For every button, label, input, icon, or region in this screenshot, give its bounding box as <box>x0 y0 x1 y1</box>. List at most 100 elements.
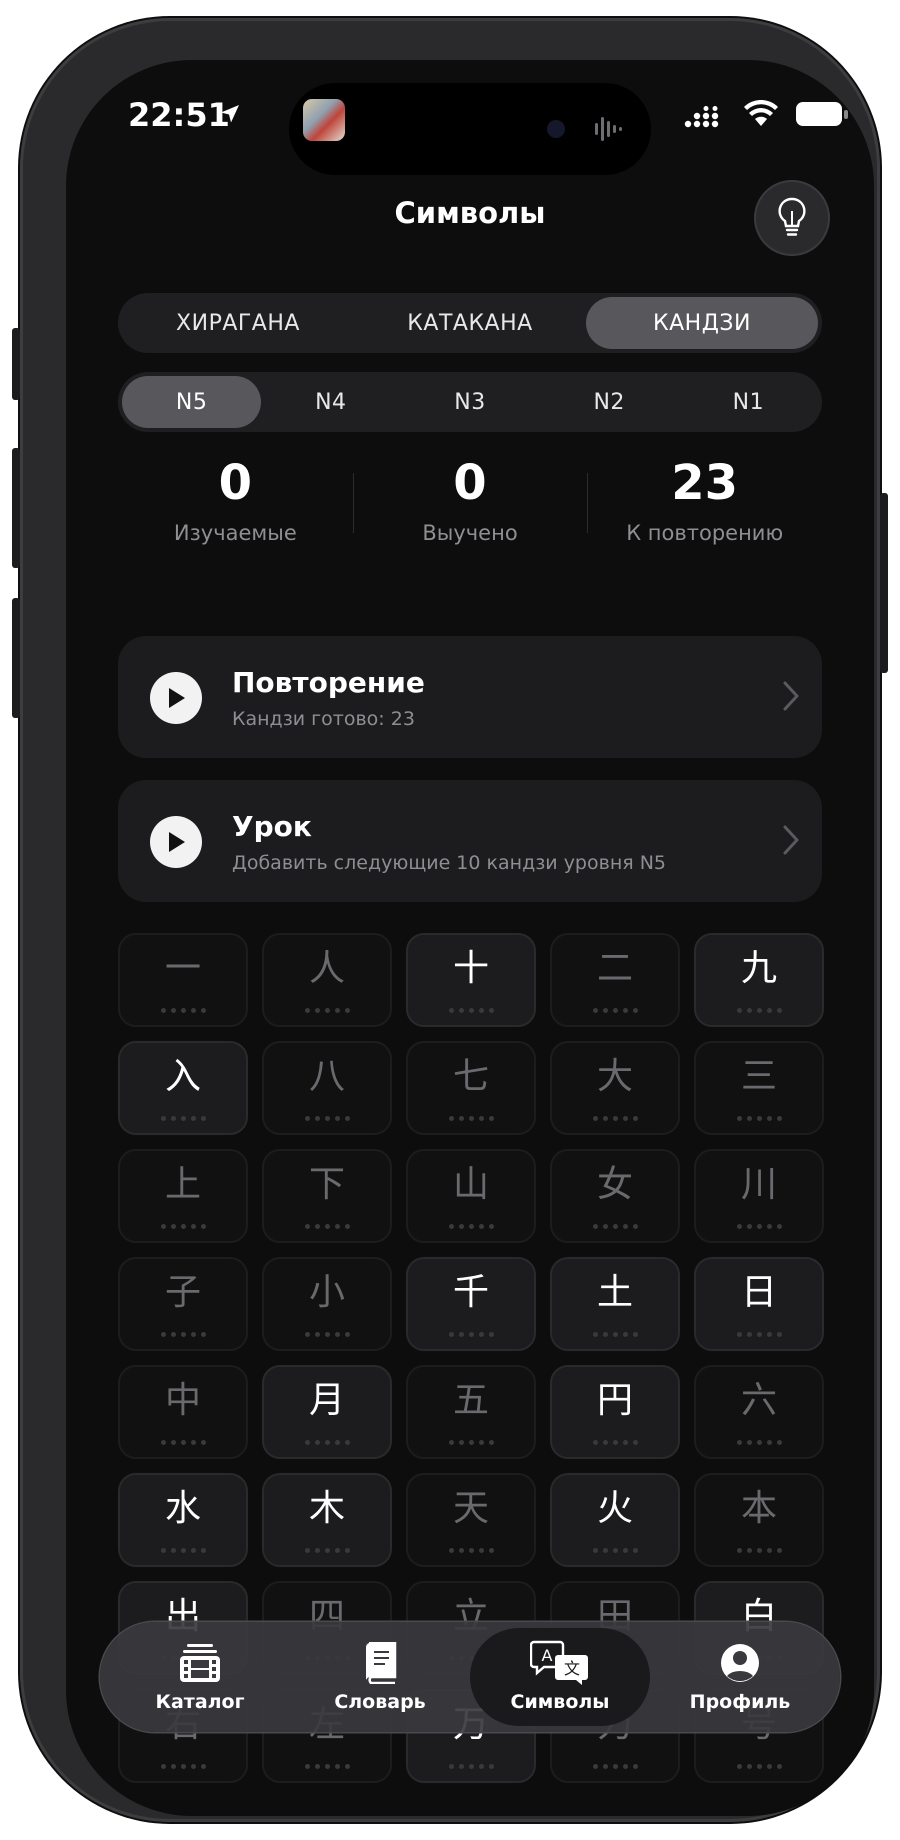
tab-symbols[interactable]: A 文 Символы <box>470 1628 650 1726</box>
progress-dot <box>468 1440 474 1445</box>
action-button <box>12 328 20 400</box>
progress-dot <box>160 1116 166 1121</box>
progress-dot <box>190 1116 196 1121</box>
kanji-cell[interactable]: 入 <box>118 1041 248 1135</box>
progress-dot <box>160 1548 166 1553</box>
kanji-character: 大 <box>596 1056 633 1097</box>
kanji-cell[interactable]: 小 <box>262 1257 392 1351</box>
lesson-card[interactable]: Урок Добавить следующие 10 кандзи уровня… <box>118 780 822 902</box>
kanji-cell[interactable]: 七 <box>406 1041 536 1135</box>
stat-value: 0 <box>218 455 253 511</box>
tab-kanji[interactable]: КАНДЗИ <box>586 297 818 349</box>
kanji-cell[interactable]: 上 <box>118 1149 248 1243</box>
progress-dot <box>334 1548 340 1553</box>
kanji-cell[interactable]: 山 <box>406 1149 536 1243</box>
dynamic-island[interactable] <box>289 83 651 175</box>
kanji-cell[interactable]: 中 <box>118 1365 248 1459</box>
now-playing-thumbnail[interactable] <box>303 99 345 141</box>
kanji-cell[interactable]: 二 <box>550 933 680 1027</box>
kanji-character: 一 <box>164 948 201 989</box>
progress-dot <box>776 1224 782 1229</box>
tab-katakana[interactable]: КАТАКАНА <box>354 297 586 349</box>
progress-dot <box>448 1548 454 1553</box>
kanji-cell[interactable]: 川 <box>694 1149 824 1243</box>
kanji-cell[interactable]: 五 <box>406 1365 536 1459</box>
level-n3[interactable]: N3 <box>400 376 539 428</box>
progress-dot <box>180 1764 186 1769</box>
progress-dot <box>736 1008 742 1013</box>
stat-value: 23 <box>671 455 739 511</box>
progress-dots <box>120 1548 246 1553</box>
camera-lens <box>547 120 565 138</box>
progress-dot <box>488 1440 494 1445</box>
progress-dot <box>324 1224 330 1229</box>
progress-dot <box>170 1764 176 1769</box>
kanji-cell[interactable]: 千 <box>406 1257 536 1351</box>
progress-dot <box>344 1440 350 1445</box>
kanji-cell[interactable]: 火 <box>550 1473 680 1567</box>
progress-dot <box>488 1764 494 1769</box>
kanji-cell[interactable]: 子 <box>118 1257 248 1351</box>
progress-dot <box>304 1764 310 1769</box>
progress-dots <box>120 1332 246 1337</box>
kanji-cell[interactable]: 大 <box>550 1041 680 1135</box>
kanji-cell[interactable]: 三 <box>694 1041 824 1135</box>
level-n4[interactable]: N4 <box>261 376 400 428</box>
tab-dictionary[interactable]: Словарь <box>290 1628 470 1726</box>
level-n5[interactable]: N5 <box>122 376 262 428</box>
tab-label: Профиль <box>689 1691 791 1713</box>
progress-dot <box>632 1332 638 1337</box>
stat-learning: 0 Изучаемые <box>118 455 353 565</box>
kanji-cell[interactable]: 九 <box>694 933 824 1027</box>
progress-dot <box>458 1764 464 1769</box>
progress-dot <box>612 1764 618 1769</box>
kanji-cell[interactable]: 天 <box>406 1473 536 1567</box>
level-n2[interactable]: N2 <box>540 376 679 428</box>
level-n1[interactable]: N1 <box>679 376 818 428</box>
progress-dots <box>408 1440 534 1445</box>
kanji-cell[interactable]: 女 <box>550 1149 680 1243</box>
kanji-cell[interactable]: 下 <box>262 1149 392 1243</box>
kanji-cell[interactable]: 六 <box>694 1365 824 1459</box>
kanji-cell[interactable]: 月 <box>262 1365 392 1459</box>
tab-catalog[interactable]: Каталог <box>110 1628 290 1726</box>
hint-button[interactable] <box>754 180 830 256</box>
kanji-cell[interactable]: 本 <box>694 1473 824 1567</box>
kanji-cell[interactable]: 人 <box>262 933 392 1027</box>
progress-dot <box>344 1116 350 1121</box>
kanji-cell[interactable]: 一 <box>118 933 248 1027</box>
tab-profile[interactable]: Профиль <box>650 1628 830 1726</box>
progress-dot <box>468 1116 474 1121</box>
progress-dots <box>696 1008 822 1013</box>
progress-dot <box>180 1116 186 1121</box>
progress-dot <box>160 1008 166 1013</box>
kanji-cell[interactable]: 土 <box>550 1257 680 1351</box>
progress-dot <box>592 1440 598 1445</box>
progress-dots <box>120 1440 246 1445</box>
kanji-character: 日 <box>740 1272 777 1313</box>
svg-text:A: A <box>542 1646 553 1665</box>
progress-dot <box>602 1548 608 1553</box>
progress-dots <box>120 1008 246 1013</box>
progress-dots <box>264 1224 390 1229</box>
progress-dot <box>766 1008 772 1013</box>
kanji-cell[interactable]: 木 <box>262 1473 392 1567</box>
kanji-cell[interactable]: 日 <box>694 1257 824 1351</box>
kanji-cell[interactable]: 十 <box>406 933 536 1027</box>
progress-dot <box>160 1764 166 1769</box>
progress-dot <box>776 1440 782 1445</box>
kanji-character: 千 <box>452 1272 489 1313</box>
kanji-character: 六 <box>740 1380 777 1421</box>
stat-label: Выучено <box>422 521 518 545</box>
tab-hiragana[interactable]: ХИРАГАНА <box>122 297 354 349</box>
kanji-cell[interactable]: 円 <box>550 1365 680 1459</box>
progress-dot <box>304 1548 310 1553</box>
kanji-cell[interactable]: 八 <box>262 1041 392 1135</box>
stat-value: 0 <box>453 455 487 511</box>
progress-dot <box>612 1548 618 1553</box>
kanji-cell[interactable]: 水 <box>118 1473 248 1567</box>
progress-dot <box>170 1224 176 1229</box>
progress-dot <box>776 1548 782 1553</box>
kanji-character: 七 <box>452 1056 489 1097</box>
review-card[interactable]: Повторение Кандзи готово: 23 <box>118 636 822 758</box>
